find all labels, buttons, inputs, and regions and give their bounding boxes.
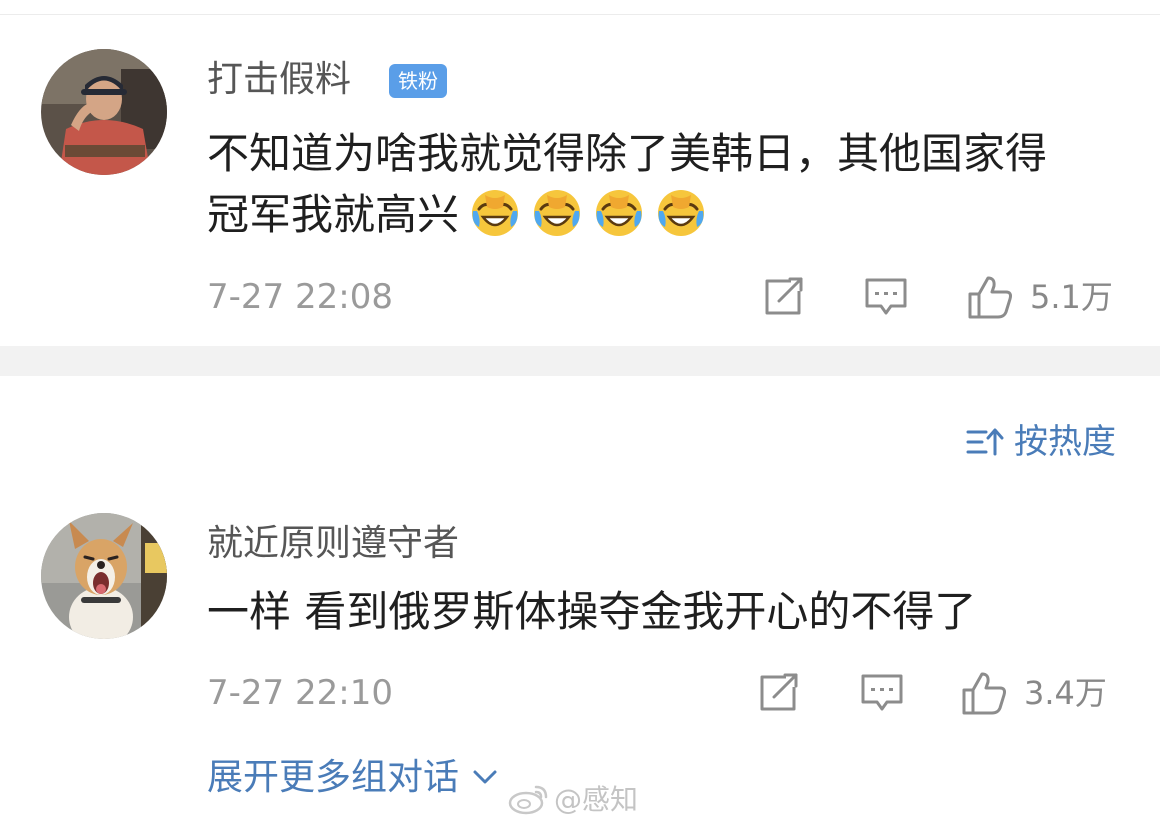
comment-timestamp: 7-27 22:08 [207, 277, 393, 317]
comment-username[interactable]: 就近原则遵守者 [207, 522, 459, 566]
top-divider [0, 14, 1160, 15]
avatar[interactable] [41, 49, 167, 175]
sort-label: 按热度 [1014, 422, 1116, 462]
share-icon [760, 673, 798, 711]
reply-button[interactable] [860, 673, 904, 719]
weibo-watermark: @感知 [508, 778, 638, 818]
sort-icon [966, 428, 1004, 456]
chevron-down-icon [473, 770, 497, 784]
like-count: 3.4万 [1024, 674, 1107, 712]
comment-text-line: 不知道为啥我就觉得除了美韩日，其他国家得 [207, 129, 1048, 178]
comment-timestamp: 7-27 22:10 [207, 673, 393, 713]
laughing-crying-emoji-icon [531, 187, 583, 239]
sort-by-popularity-button[interactable]: 按热度 [966, 420, 1116, 464]
comment-text: 冠军我就高兴 [207, 187, 707, 243]
avatar-photo-dog [41, 513, 167, 639]
comment-text: 一样 看到俄罗斯体操夺金我开心的不得了 [207, 587, 977, 636]
share-button[interactable] [756, 673, 800, 717]
thumbs-up-icon [962, 672, 1006, 715]
thumbs-up-icon [968, 276, 1012, 319]
like-count: 5.1万 [1030, 278, 1113, 316]
share-icon [765, 277, 803, 315]
reply-icon [865, 278, 907, 315]
section-separator [0, 346, 1160, 376]
laughing-crying-emoji-icon [469, 187, 521, 239]
expand-more-conversations-link[interactable]: 展开更多组对话 [207, 754, 499, 802]
expand-label: 展开更多组对话 [207, 757, 460, 798]
comment-username[interactable]: 打击假料 [207, 58, 351, 102]
reply-icon [861, 674, 903, 711]
fan-badge: 铁粉 [389, 64, 447, 98]
laughing-crying-emoji-icon [655, 187, 707, 239]
like-button[interactable] [966, 274, 1014, 324]
comment-text-line: 冠军我就高兴 [207, 190, 460, 239]
weibo-logo-icon [508, 785, 548, 815]
like-button[interactable] [960, 670, 1008, 720]
share-button[interactable] [761, 277, 805, 321]
watermark-text: @感知 [554, 783, 639, 816]
reply-button[interactable] [864, 277, 908, 323]
avatar-photo-person [41, 49, 167, 175]
comment-text: 不知道为啥我就觉得除了美韩日，其他国家得 [207, 126, 1047, 182]
avatar[interactable] [41, 513, 167, 639]
laughing-crying-emoji-icon [593, 187, 645, 239]
